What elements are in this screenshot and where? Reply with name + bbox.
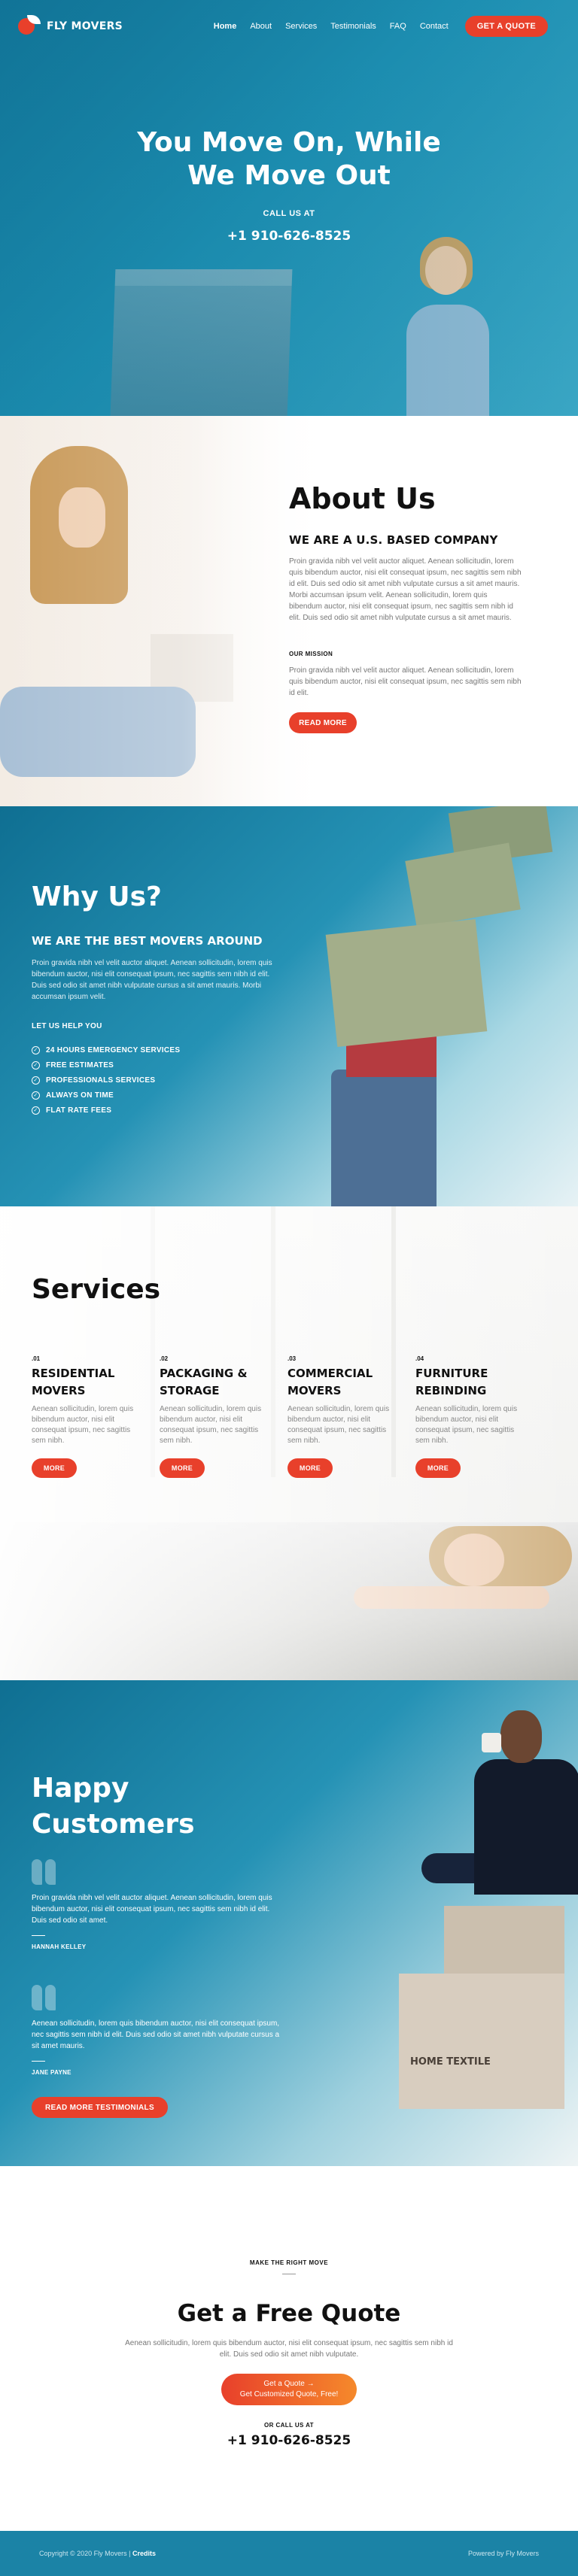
quote-paragraph: Aenean sollicitudin, lorem quis bibendum… <box>125 2339 453 2359</box>
service-description: Aenean sollicitudin, lorem quis bibendum… <box>415 1405 518 1445</box>
check-circle-icon: ✓ <box>32 1045 40 1054</box>
main-navigation: FLY MOVERS Home About Services Testimoni… <box>0 0 578 53</box>
box-label: HOME TEXTILE <box>410 2056 491 2068</box>
service-more-button[interactable]: MORE <box>32 1458 77 1478</box>
nav-contact[interactable]: Contact <box>420 22 449 31</box>
why-us-title: Why Us? <box>32 881 162 912</box>
why-us-help-label: LET US HELP YOU <box>32 1022 102 1030</box>
features-list: ✓ 24 HOURS EMERGENCY SERVICES ✓ FREE ESTIM… <box>32 1042 280 1118</box>
nav-home[interactable]: Home <box>214 22 237 31</box>
service-more-button[interactable]: MORE <box>415 1458 461 1478</box>
testimonials-content: Happy Customers Proin gravida nibh vel v… <box>32 1770 280 2118</box>
list-item: ✓ FREE ESTIMATES <box>32 1057 280 1073</box>
hero-content: You Move On, While We Move Out CALL US A… <box>0 126 578 244</box>
service-card-residential: .01 RESIDENTIAL MOVERS Aenean sollicitud… <box>32 1355 144 1478</box>
testimonials-title: Happy Customers <box>32 1773 195 1840</box>
services-title: Services <box>32 1274 161 1305</box>
footer-copyright: Copyright © 2020 Fly Movers | Credits <box>39 2550 157 2557</box>
service-card-commercial: .03 COMMERCIAL MOVERS Aenean sollicitudi… <box>287 1355 400 1478</box>
service-card-furniture: .04 FURNITURE REBINDING Aenean sollicitu… <box>415 1355 528 1478</box>
about-content: About Us WE ARE A U.S. BASED COMPANY Pro… <box>289 482 522 733</box>
service-name: RESIDENTIAL MOVERS <box>32 1367 115 1397</box>
about-section: About Us WE ARE A U.S. BASED COMPANY Pro… <box>0 416 578 806</box>
testimonials-man-image: HOME TEXTILE <box>376 1680 578 2166</box>
logo[interactable]: FLY MOVERS <box>15 14 123 39</box>
read-more-testimonials-button[interactable]: READ MORE TESTIMONIALS <box>32 2097 168 2118</box>
about-woman-image <box>0 416 331 806</box>
about-read-more-button[interactable]: READ MORE <box>289 712 357 733</box>
testimonial-author: HANNAH KELLEY <box>32 1943 87 1950</box>
testimonial-author: JANE PAYNE <box>32 2069 71 2076</box>
get-a-quote-cta-button[interactable]: Get a Quote → Get Customized Quote, Free… <box>221 2374 357 2405</box>
list-item: ✓ PROFESSIONALS SERVICES <box>32 1073 280 1088</box>
nav-links: Home About Services Testimonials FAQ Con… <box>214 16 548 37</box>
nav-testimonials[interactable]: Testimonials <box>330 22 376 31</box>
service-more-button[interactable]: MORE <box>160 1458 205 1478</box>
quote-phone-link[interactable]: +1 910-626-8525 <box>0 2433 578 2448</box>
service-description: Aenean sollicitudin, lorem quis bibendum… <box>160 1405 262 1445</box>
services-section: Services .01 RESIDENTIAL MOVERS Aenean s… <box>0 1206 578 1680</box>
check-circle-icon: ✓ <box>32 1091 40 1100</box>
list-item: ✓ FLAT RATE FEES <box>32 1103 280 1118</box>
hero-section: FLY MOVERS Home About Services Testimoni… <box>0 0 578 416</box>
why-us-boxes-image <box>316 806 564 1206</box>
logo-text: FLY MOVERS <box>47 20 123 32</box>
testimonial-quote: Proin gravida nibh vel velit auctor aliq… <box>32 1894 272 1925</box>
why-us-paragraph: Proin gravida nibh vel velit auctor aliq… <box>32 959 272 1001</box>
mission-text: Proin gravida nibh vel velit auctor aliq… <box>289 666 522 697</box>
check-circle-icon: ✓ <box>32 1076 40 1085</box>
quote-icon <box>32 1859 280 1885</box>
why-us-section: Why Us? WE ARE THE BEST MOVERS AROUND Pr… <box>0 806 578 1206</box>
hero-title: You Move On, While We Move Out <box>137 127 441 191</box>
list-item: ✓ ALWAYS ON TIME <box>32 1088 280 1103</box>
service-name: PACKAGING & STORAGE <box>160 1367 248 1397</box>
hero-call-label: CALL US AT <box>263 209 315 218</box>
service-description: Aenean sollicitudin, lorem quis bibendum… <box>287 1405 390 1445</box>
footer-credits-link[interactable]: Credits <box>132 2550 156 2557</box>
footer: Copyright © 2020 Fly Movers | Credits Po… <box>0 2531 578 2576</box>
get-a-quote-button[interactable]: GET A QUOTE <box>464 16 548 37</box>
footer-powered-by: Powered by Fly Movers <box>467 2550 539 2557</box>
check-circle-icon: ✓ <box>32 1060 40 1070</box>
check-circle-icon: ✓ <box>32 1106 40 1115</box>
quote-title: Get a Free Quote <box>177 2300 401 2327</box>
services-list: .01 RESIDENTIAL MOVERS Aenean sollicitud… <box>32 1355 528 1478</box>
nav-faq[interactable]: FAQ <box>390 22 406 31</box>
why-us-content: Why Us? WE ARE THE BEST MOVERS AROUND Pr… <box>32 881 280 1118</box>
service-name: COMMERCIAL MOVERS <box>287 1367 373 1397</box>
service-description: Aenean sollicitudin, lorem quis bibendum… <box>32 1405 134 1445</box>
about-paragraph: Proin gravida nibh vel velit auctor aliq… <box>289 557 522 622</box>
quote-eyebrow: MAKE THE RIGHT MOVE <box>249 2259 329 2266</box>
mission-label: OUR MISSION <box>289 651 333 657</box>
about-subtitle: WE ARE A U.S. BASED COMPANY <box>289 533 498 547</box>
service-name: FURNITURE REBINDING <box>415 1367 488 1397</box>
service-card-packaging: .02 PACKAGING & STORAGE Aenean sollicitu… <box>160 1355 272 1478</box>
why-us-subtitle: WE ARE THE BEST MOVERS AROUND <box>32 934 263 948</box>
free-quote-section: MAKE THE RIGHT MOVE Get a Free Quote Aen… <box>0 2166 578 2531</box>
about-title: About Us <box>289 482 436 515</box>
quote-icon <box>32 1985 280 2010</box>
list-item: ✓ 24 HOURS EMERGENCY SERVICES <box>32 1042 280 1057</box>
nav-services[interactable]: Services <box>285 22 317 31</box>
hero-phone-link[interactable]: +1 910-626-8525 <box>0 229 578 244</box>
service-more-button[interactable]: MORE <box>287 1458 333 1478</box>
quote-call-label: OR CALL US AT <box>264 2422 314 2429</box>
nav-about[interactable]: About <box>250 22 272 31</box>
testimonial-quote: Aenean sollicitudin, lorem quis bibendum… <box>32 2019 280 2050</box>
logo-icon <box>15 14 41 39</box>
testimonials-section: HOME TEXTILE Happy Customers Proin gravi… <box>0 1680 578 2166</box>
